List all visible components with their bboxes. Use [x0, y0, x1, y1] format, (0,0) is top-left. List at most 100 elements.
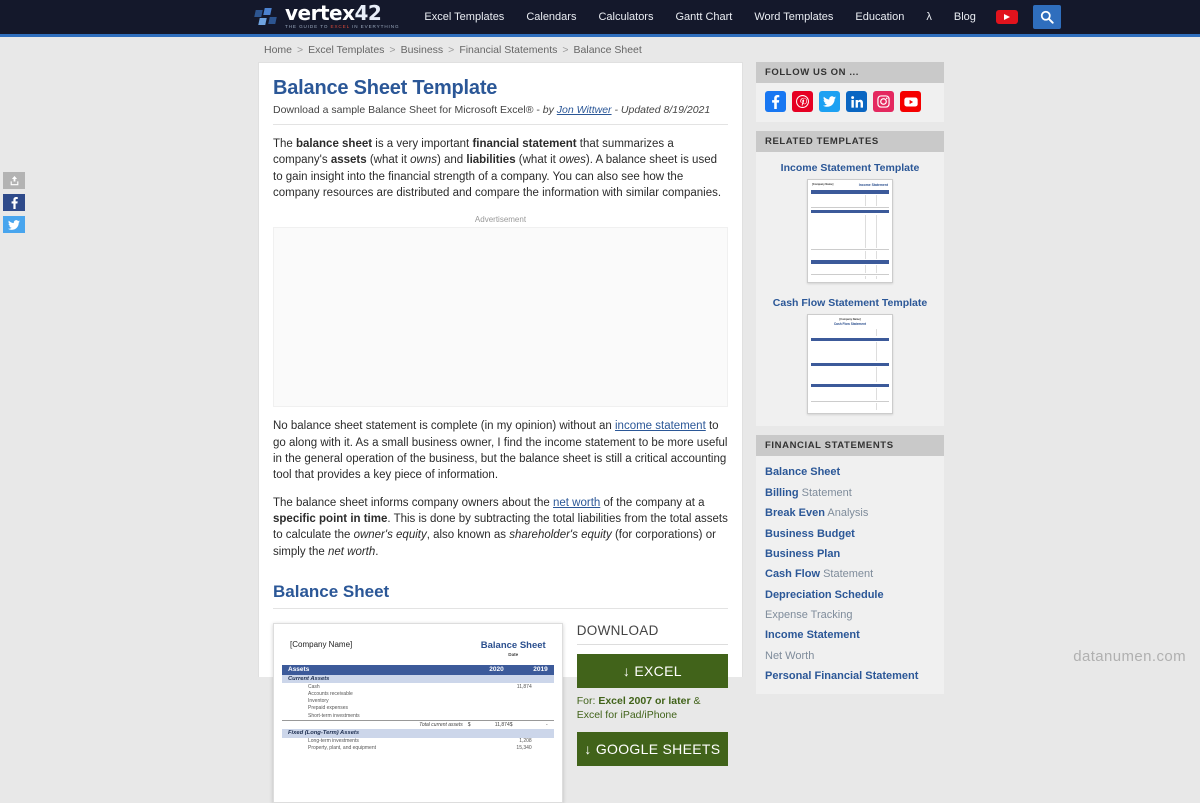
related-template-thumbnail-cash-flow[interactable]: [Company Name] Cash Flow Statement: [807, 314, 893, 415]
sidebar-item-business-budget[interactable]: Business Budget: [756, 523, 944, 543]
template-preview-image[interactable]: [Company Name] Balance Sheet Date Assets…: [273, 622, 563, 803]
item-label: Depreciation Schedule: [765, 588, 884, 601]
item-label: Cash Flow: [765, 568, 821, 581]
sidebar-item-net-worth[interactable]: Net Worth: [756, 646, 944, 666]
nav-item-calculators[interactable]: Calculators: [587, 0, 664, 34]
author-link[interactable]: Jon Wittwer: [557, 104, 612, 116]
preview-row: Inventory: [282, 698, 554, 705]
twitter-icon[interactable]: [3, 216, 25, 233]
nav-item-blog[interactable]: Blog: [943, 0, 987, 34]
facebook-icon[interactable]: [3, 194, 25, 211]
nav-item-gantt-chart[interactable]: Gantt Chart: [664, 0, 743, 34]
sidebar-item-expense-tracking[interactable]: Expense Tracking: [756, 605, 944, 625]
item-label-dim: Statement: [798, 486, 852, 499]
net-worth-link[interactable]: net worth: [553, 497, 600, 509]
preview-row-label: Long-term investments: [308, 738, 359, 745]
item-label: Billing: [765, 486, 799, 499]
breadcrumb-separator: >: [562, 44, 569, 56]
sidebar-item-break-even-analysis[interactable]: Break Even Analysis: [756, 503, 944, 523]
subtitle-updated: - Updated 8/19/2021: [611, 104, 711, 116]
download-google-sheets-button[interactable]: ↓ GOOGLE SHEETS: [576, 731, 728, 766]
download-column: DOWNLOAD ↓ EXCEL For: Excel 2007 or late…: [576, 622, 728, 803]
item-label-dim: Analysis: [824, 507, 869, 520]
preview-row-value: 11,874: [516, 683, 532, 690]
header-accent-line: [0, 34, 1200, 37]
breadcrumb-item-excel-templates[interactable]: Excel Templates: [308, 44, 384, 56]
search-icon[interactable]: [1032, 5, 1061, 29]
thumb-company-name: [Company Name]: [812, 183, 834, 186]
preview-row-value: 1,208: [519, 738, 532, 745]
text-fragment: The: [273, 138, 297, 150]
thumb-doc-title: Cash Flow Statement: [833, 322, 867, 326]
sidebar-item-business-plan[interactable]: Business Plan: [756, 544, 944, 564]
watermark: datanumen.com: [1073, 648, 1186, 665]
related-template-link-income-statement[interactable]: Income Statement Template: [765, 162, 935, 174]
breadcrumb-item-financial-statements[interactable]: Financial Statements: [459, 44, 557, 56]
preview-row: Prepaid expenses: [282, 705, 554, 712]
preview-row-label: Prepaid expenses: [308, 705, 349, 712]
sidebar-item-billing-statement[interactable]: Billing Statement: [756, 483, 944, 503]
text-italic: owns: [410, 154, 437, 167]
sidebar-item-personal-financial-statement[interactable]: Personal Financial Statement: [756, 666, 944, 686]
subtitle-by: by: [542, 104, 557, 116]
preview-row-value: [504, 713, 548, 719]
preview-date-label: Date: [508, 651, 519, 657]
nav-item-calendars[interactable]: Calendars: [515, 0, 587, 34]
item-label: Break Even: [765, 507, 825, 520]
sidebar-item-balance-sheet[interactable]: Balance Sheet: [756, 462, 944, 482]
twitter-icon[interactable]: [819, 91, 840, 112]
preview-row: Short-term investments: [282, 712, 554, 719]
share-icon[interactable]: [3, 172, 25, 189]
related-template-thumbnail-income-statement[interactable]: [Company Name] Income Statement: [807, 179, 893, 284]
facebook-icon[interactable]: [765, 91, 786, 112]
text-fragment: The balance sheet informs company owners…: [273, 496, 553, 509]
nav-item-excel-templates[interactable]: Excel Templates: [413, 0, 515, 34]
text-italic: owner's equity: [353, 529, 427, 542]
breadcrumb-item-home[interactable]: Home: [264, 44, 292, 56]
social-icons-row: [765, 91, 935, 112]
youtube-play-icon[interactable]: [995, 10, 1018, 24]
site-logo[interactable]: vertex42 THE GUIDE TO EXCEL IN EVERYTHIN…: [254, 0, 413, 34]
section-divider: [273, 607, 728, 609]
breadcrumb-separator: >: [297, 44, 304, 56]
sidebar-item-cash-flow-statement[interactable]: Cash Flow Statement: [756, 564, 944, 584]
download-divider: [576, 643, 728, 645]
nav-item-word-templates[interactable]: Word Templates: [743, 0, 844, 34]
pinterest-icon[interactable]: [792, 91, 813, 112]
title-divider: [273, 124, 728, 125]
paragraph-net-worth: The balance sheet informs company owners…: [273, 495, 728, 560]
page-subtitle: Download a sample Balance Sheet for Micr…: [273, 104, 742, 124]
linkedin-icon[interactable]: [846, 91, 867, 112]
item-label-dim: Net Worth: [765, 649, 815, 662]
advertisement-slot: [273, 227, 728, 408]
text-italic: owes: [559, 154, 586, 167]
nav-item-education[interactable]: Education: [844, 0, 915, 34]
vertex-logo-icon: [254, 8, 281, 28]
preview-row-label: Property, plant, and equipment: [308, 745, 377, 752]
breadcrumb-item-business[interactable]: Business: [401, 44, 444, 56]
instagram-icon[interactable]: [873, 91, 894, 112]
right-sidebar: FOLLOW US ON ... RELATED TEMPLATES Incom…: [756, 62, 944, 695]
paragraph-income-statement: No balance sheet statement is complete (…: [273, 418, 728, 483]
preview-total-label: Total current assets: [419, 722, 463, 729]
sidebar-item-income-statement[interactable]: Income Statement: [756, 625, 944, 645]
breadcrumb-separator: >: [389, 44, 396, 56]
nav-item-lambda[interactable]: λ: [915, 0, 943, 34]
intro-paragraph: The balance sheet is a very important fi…: [273, 136, 728, 201]
sidebar-item-depreciation-schedule[interactable]: Depreciation Schedule: [756, 584, 944, 604]
income-statement-link[interactable]: income statement: [615, 420, 706, 432]
financial-statements-heading: FINANCIAL STATEMENTS: [756, 435, 944, 457]
related-template-link-cash-flow[interactable]: Cash Flow Statement Template: [765, 297, 935, 309]
download-heading: DOWNLOAD: [576, 622, 659, 638]
logo-word: vertex: [285, 1, 355, 26]
item-label-dim: Expense Tracking: [765, 609, 853, 622]
text-bold: financial statement: [472, 138, 577, 150]
subtitle-lead: Download a sample Balance Sheet for Micr…: [273, 104, 543, 116]
preview-assets-label: Assets: [288, 666, 310, 674]
youtube-icon[interactable]: [900, 91, 921, 112]
site-header: vertex42 THE GUIDE TO EXCEL IN EVERYTHIN…: [0, 0, 1200, 34]
preview-currency: $: [509, 722, 513, 729]
preview-current-assets-label: Current Assets: [282, 674, 554, 684]
text-bold: liabilities: [466, 154, 516, 167]
download-excel-button[interactable]: ↓ EXCEL: [576, 653, 728, 688]
